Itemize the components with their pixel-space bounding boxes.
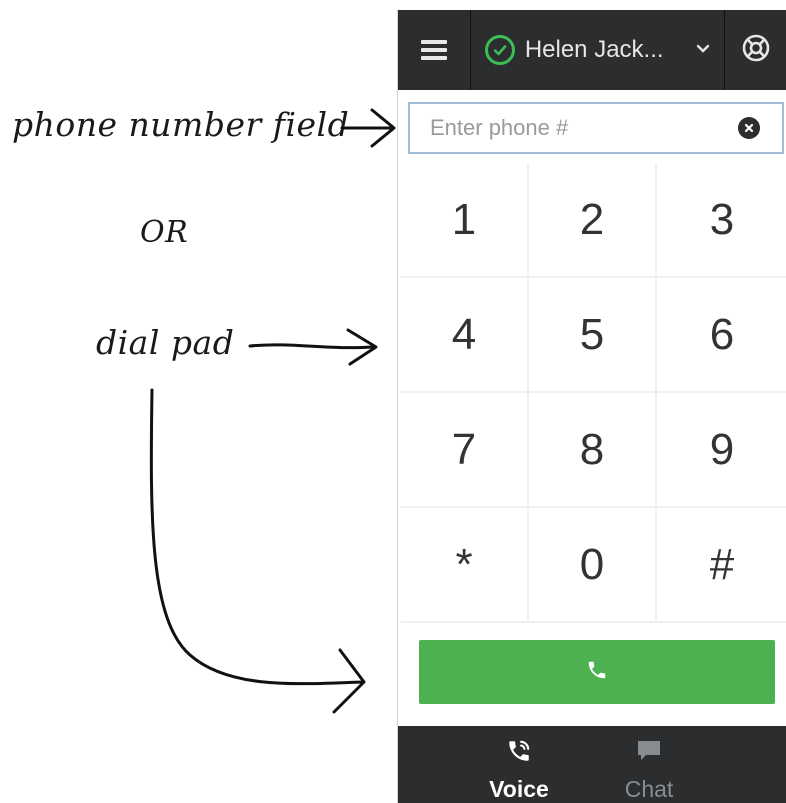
dial-key-0[interactable]: 0 — [529, 508, 657, 623]
dial-key-8[interactable]: 8 — [529, 393, 657, 508]
bottom-tab-bar: Voice Chat — [398, 726, 786, 803]
dial-key-6[interactable]: 6 — [657, 278, 786, 393]
hamburger-icon — [420, 36, 447, 64]
settings-button[interactable] — [725, 10, 786, 90]
phone-icon — [586, 659, 608, 686]
dial-key-star[interactable]: * — [401, 508, 529, 623]
dial-key-5[interactable]: 5 — [529, 278, 657, 393]
agent-status-dropdown[interactable]: Helen Jack... — [471, 10, 726, 90]
dial-key-9[interactable]: 9 — [657, 393, 786, 508]
tab-chat[interactable]: Chat — [604, 726, 694, 803]
call-button[interactable] — [419, 640, 775, 704]
dial-key-hash[interactable]: # — [657, 508, 786, 623]
tab-chat-label: Chat — [624, 776, 674, 802]
phone-widget: Helen Jack... 1 2 3 4 5 6 7 8 — [397, 10, 786, 803]
chat-icon — [636, 738, 662, 764]
arrow-to-dial-pad — [248, 328, 378, 366]
arrow-to-call-button — [149, 388, 366, 714]
dial-key-2[interactable]: 2 — [529, 163, 657, 278]
menu-button[interactable] — [398, 10, 471, 90]
tab-voice-label: Voice — [489, 776, 549, 802]
voice-icon — [506, 738, 532, 764]
annotation-arrows — [149, 108, 396, 714]
phone-number-input[interactable] — [410, 105, 738, 151]
chevron-down-icon — [696, 41, 710, 59]
dial-key-4[interactable]: 4 — [401, 278, 529, 393]
dial-key-3[interactable]: 3 — [657, 163, 786, 278]
clear-icon[interactable] — [738, 117, 760, 139]
status-check-icon — [484, 35, 515, 65]
dial-key-7[interactable]: 7 — [401, 393, 529, 508]
phone-number-field — [408, 102, 784, 154]
dial-pad: 1 2 3 4 5 6 7 8 9 * 0 # — [401, 163, 786, 623]
arrow-to-phone-field — [340, 108, 396, 148]
dial-key-1[interactable]: 1 — [401, 163, 529, 278]
agent-name: Helen Jack... — [524, 36, 664, 63]
top-bar: Helen Jack... — [398, 10, 786, 90]
tab-voice[interactable]: Voice — [474, 726, 564, 803]
lifebuoy-icon — [741, 33, 771, 68]
